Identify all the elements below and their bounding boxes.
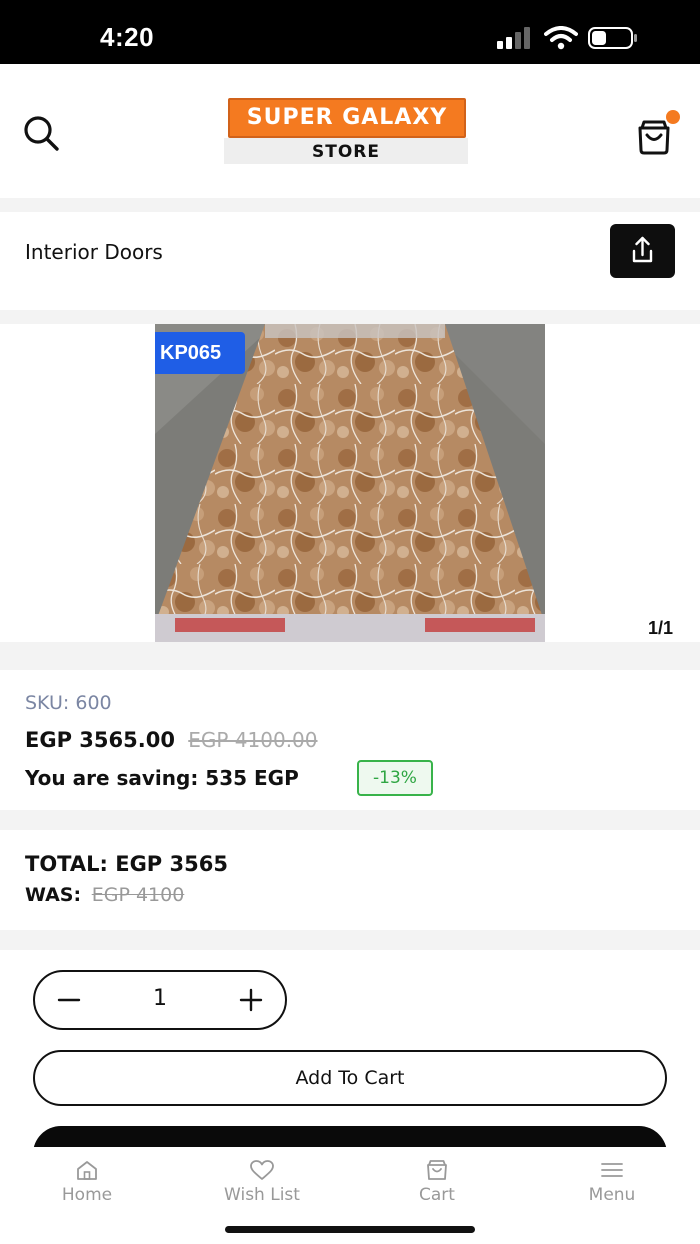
price-section: SKU: 600 EGP 3565.00 EGP 4100.00 You are… bbox=[0, 670, 700, 810]
home-icon bbox=[77, 1161, 97, 1180]
price-line: EGP 3565.00 EGP 4100.00 bbox=[25, 728, 318, 752]
old-price: EGP 4100.00 bbox=[188, 728, 318, 752]
nav-label-menu: Menu bbox=[588, 1185, 636, 1205]
store-logo[interactable]: SUPER GALAXY STORE bbox=[224, 98, 468, 164]
divider bbox=[0, 810, 700, 830]
quantity-stepper: 1 bbox=[33, 970, 287, 1030]
was-label: WAS: bbox=[25, 884, 82, 906]
nav-item-home[interactable]: Home bbox=[27, 1159, 147, 1205]
sku: SKU: 600 bbox=[25, 692, 112, 714]
product-image[interactable]: KP065 bbox=[155, 324, 545, 642]
home-indicator bbox=[225, 1226, 475, 1233]
saving-line: You are saving: 535 EGP bbox=[25, 766, 299, 790]
product-code-tag: KP065 bbox=[155, 332, 245, 374]
category-title: Interior Doors bbox=[25, 240, 163, 264]
current-price: EGP 3565.00 bbox=[25, 728, 175, 752]
nav-label-home: Home bbox=[61, 1185, 113, 1205]
nav-item-wish-list[interactable]: Wish List bbox=[202, 1159, 322, 1205]
signal-icon bbox=[497, 27, 533, 49]
saving-label: You are saving: bbox=[25, 766, 199, 790]
nav-label-wish-list: Wish List bbox=[224, 1185, 300, 1205]
nav-item-menu[interactable]: Menu bbox=[552, 1159, 672, 1205]
status-time: 4:20 bbox=[100, 22, 155, 52]
saving-value: 535 EGP bbox=[205, 766, 299, 790]
category-bar: Interior Doors bbox=[0, 212, 700, 310]
add-to-cart-button[interactable]: Add To Cart bbox=[33, 1050, 667, 1106]
quantity-value[interactable]: 1 bbox=[135, 986, 185, 1011]
menu-icon bbox=[601, 1163, 623, 1177]
sku-value: 600 bbox=[75, 692, 112, 714]
divider bbox=[0, 642, 700, 670]
share-button[interactable] bbox=[610, 224, 675, 278]
plus-icon[interactable] bbox=[231, 980, 271, 1020]
sku-label: SKU: bbox=[25, 692, 70, 714]
share-icon bbox=[632, 236, 653, 263]
divider bbox=[0, 930, 700, 950]
nav-label-cart: Cart bbox=[419, 1185, 455, 1205]
discount-badge: -13% bbox=[357, 760, 433, 796]
totals-section: TOTAL: EGP 3565 WAS: EGP 4100 bbox=[0, 830, 700, 930]
search-icon[interactable] bbox=[20, 112, 62, 154]
product-gallery[interactable]: KP065 1/1 bbox=[0, 324, 700, 642]
minus-icon[interactable] bbox=[49, 980, 89, 1020]
logo-top-text: SUPER GALAXY bbox=[228, 98, 466, 138]
status-bar: 4:20 bbox=[0, 0, 700, 64]
bottom-nav: Home Wish List Cart Menu bbox=[0, 1147, 700, 1244]
divider bbox=[0, 198, 700, 212]
nav-item-cart[interactable]: Cart bbox=[377, 1159, 497, 1205]
was-value: EGP 4100 bbox=[91, 884, 185, 906]
divider bbox=[0, 310, 700, 324]
logo-bottom-text: STORE bbox=[224, 138, 468, 164]
total-label: TOTAL: bbox=[25, 852, 108, 876]
app-header: SUPER GALAXY STORE bbox=[0, 64, 700, 198]
wifi-icon bbox=[544, 26, 578, 50]
total-line: TOTAL: EGP 3565 bbox=[25, 852, 228, 876]
was-line: WAS: EGP 4100 bbox=[25, 884, 184, 906]
total-value: EGP 3565 bbox=[115, 852, 228, 876]
shopping-bag-icon bbox=[427, 1160, 447, 1180]
battery-icon bbox=[588, 27, 637, 49]
heart-icon bbox=[250, 1160, 274, 1180]
cart-badge-dot bbox=[666, 110, 680, 124]
image-counter: 1/1 bbox=[648, 618, 674, 638]
header-cart-button[interactable] bbox=[634, 110, 682, 156]
